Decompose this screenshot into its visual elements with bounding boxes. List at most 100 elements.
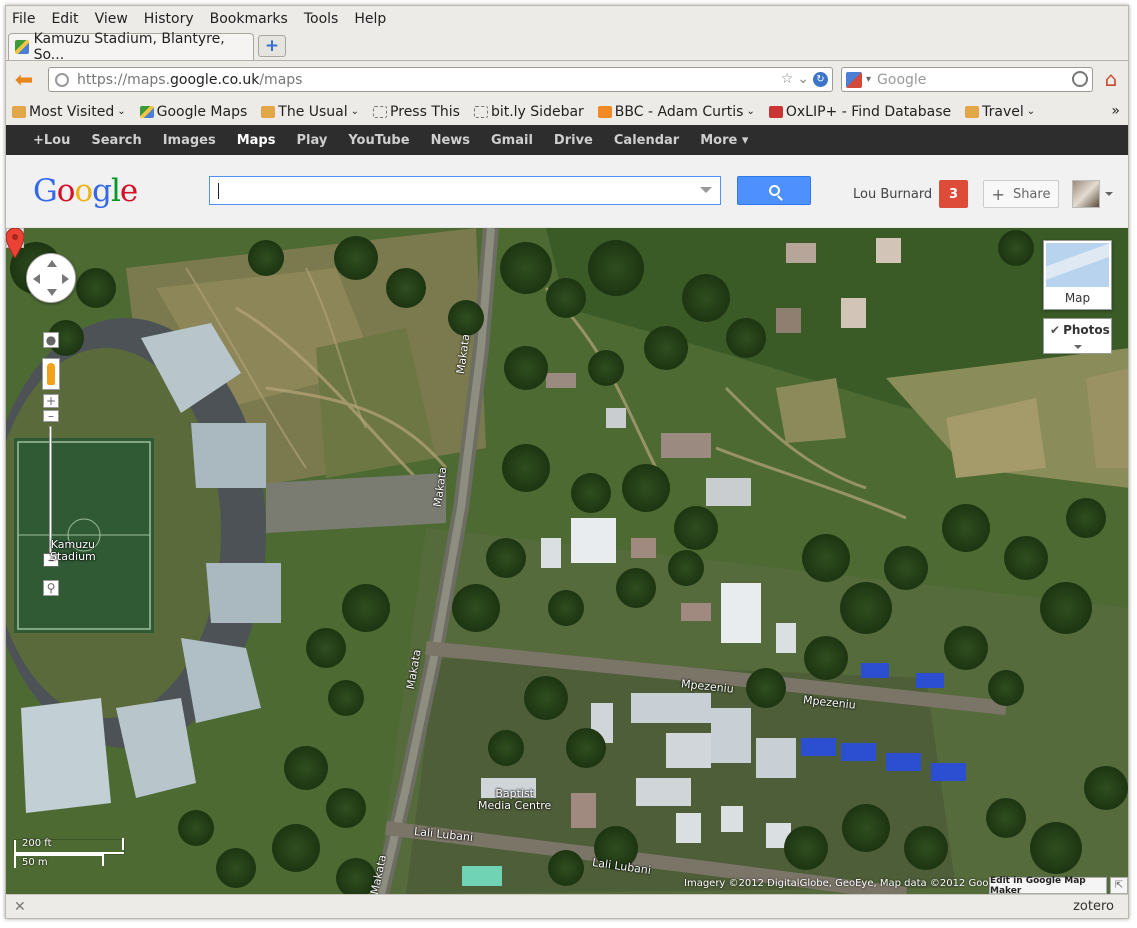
- gbar-item-search[interactable]: Search: [91, 133, 141, 148]
- bookmark-oxlip-find-database[interactable]: OxLIP+ - Find Database: [768, 104, 951, 120]
- chevron-down-icon: ⌄: [1026, 106, 1036, 117]
- new-tab-button[interactable]: +: [258, 35, 286, 57]
- photos-label: Photos: [1063, 323, 1110, 337]
- pegman-icon[interactable]: [42, 358, 60, 390]
- bookmark-star-icon[interactable]: ☆: [781, 71, 794, 87]
- bookmark-label: Most Visited: [29, 103, 115, 120]
- scale-feet: 200 ft: [22, 838, 52, 849]
- reset-view-icon[interactable]: ●: [43, 332, 59, 348]
- satellite-imagery: [6, 228, 1128, 894]
- gbar-item-drive[interactable]: Drive: [554, 133, 593, 148]
- notifications-badge[interactable]: 3: [939, 180, 968, 208]
- logo-letter: o: [74, 173, 93, 209]
- menu-file[interactable]: File: [12, 11, 35, 27]
- avatar[interactable]: [1072, 180, 1100, 208]
- bookmark-press-this[interactable]: Press This: [373, 104, 460, 120]
- user-name[interactable]: Lou Burnard: [853, 187, 932, 202]
- bookmarks-toolbar: Most Visited ⌄ Google Maps The Usual ⌄ Press …: [6, 98, 1128, 125]
- map-marker-icon[interactable]: [6, 228, 24, 258]
- menu-history[interactable]: History: [144, 11, 194, 27]
- globe-icon: [55, 72, 69, 87]
- logo-letter: l: [110, 173, 121, 209]
- zoom-slider-track[interactable]: [49, 426, 52, 556]
- map-scale: 200 ft 50 m: [14, 838, 124, 868]
- engine-dropdown-icon[interactable]: ▾: [866, 74, 871, 85]
- folder-icon: [12, 105, 26, 118]
- zoom-in-button[interactable]: +: [43, 394, 59, 408]
- menu-edit[interactable]: Edit: [51, 11, 78, 27]
- search-icon: [768, 185, 780, 196]
- gbar-item-more[interactable]: More ▾: [700, 133, 748, 148]
- back-arrow-icon[interactable]: ⬅: [12, 68, 36, 93]
- pan-control[interactable]: [26, 253, 76, 303]
- maps-search-button[interactable]: [737, 176, 811, 205]
- text-cursor: [218, 182, 219, 199]
- url-bar[interactable]: https://maps. google.co.uk/maps ☆ ⌄ ↻: [48, 67, 833, 92]
- url-domain: google.co.uk: [170, 71, 260, 88]
- photos-layer-toggle[interactable]: ✔ Photos: [1043, 318, 1112, 354]
- url-prefix: https://maps.: [77, 71, 171, 88]
- map-attribution: Imagery ©2012 DigitalGlobe, GeoEye, Map …: [684, 878, 1011, 889]
- tab-title: Kamuzu Stadium, Blantyre, So...: [33, 31, 225, 63]
- gbar-item-images[interactable]: Images: [163, 133, 216, 148]
- search-dropdown-icon[interactable]: [700, 187, 712, 193]
- google-logo[interactable]: Google: [33, 173, 138, 209]
- zoom-slider-top-icon[interactable]: –: [43, 409, 59, 423]
- scale-meters: 50 m: [22, 857, 48, 868]
- satellite-map[interactable]: ▸ ● + – – ⚲ Kamuzu Stadium Makata Makata…: [6, 228, 1128, 894]
- rss-icon: [597, 105, 612, 118]
- poi-label-baptist-media-centre[interactable]: Baptist Media Centre: [478, 788, 551, 812]
- menu-view[interactable]: View: [95, 11, 128, 27]
- history-dropdown-icon[interactable]: ⌄: [797, 71, 809, 87]
- pan-up-icon[interactable]: [47, 260, 57, 267]
- url-path: /maps: [259, 71, 303, 88]
- photos-dropdown-icon[interactable]: [1074, 345, 1082, 349]
- checkmark-icon: ✔: [1050, 323, 1061, 337]
- bookmark-bbc-adam-curtis[interactable]: BBC - Adam Curtis ⌄: [597, 104, 755, 120]
- gbar-item-calendar[interactable]: Calendar: [614, 133, 679, 148]
- browser-window: File Edit View History Bookmarks Tools H…: [5, 5, 1129, 919]
- gbar-item-play[interactable]: Play: [296, 133, 327, 148]
- bookmark-travel[interactable]: Travel ⌄: [965, 104, 1035, 120]
- search-magnifier-icon[interactable]: [1072, 71, 1088, 87]
- map-resize-icon[interactable]: ⇱: [1110, 877, 1128, 894]
- share-button[interactable]: + Share: [983, 180, 1059, 208]
- pan-down-icon[interactable]: [47, 289, 57, 296]
- google-bar: +Lou Search Images Maps Play YouTube News Gmail…: [6, 125, 1128, 155]
- search-box[interactable]: ▾ Google: [841, 67, 1093, 92]
- google-engine-icon[interactable]: [846, 71, 862, 88]
- bookmarklet-icon: [373, 105, 388, 118]
- edit-in-map-maker-link[interactable]: Edit in Google Map Maker: [989, 876, 1107, 894]
- gbar-item-news[interactable]: News: [431, 133, 470, 148]
- home-icon[interactable]: ⌂: [1100, 68, 1122, 90]
- folder-icon: [965, 105, 980, 118]
- menu-bookmarks[interactable]: Bookmarks: [210, 11, 288, 27]
- gbar-item-youtube[interactable]: YouTube: [348, 133, 409, 148]
- gbar-item-maps[interactable]: Maps: [237, 133, 276, 148]
- zotero-button[interactable]: zotero: [1073, 899, 1114, 914]
- chevron-down-icon: ⌄: [117, 106, 126, 117]
- avatar-dropdown-icon[interactable]: [1105, 192, 1113, 196]
- menu-help[interactable]: Help: [354, 11, 386, 27]
- bookmark-bit-ly-sidebar[interactable]: bit.ly Sidebar: [473, 104, 584, 120]
- site-icon: [768, 105, 783, 118]
- bookmark-google-maps[interactable]: Google Maps: [139, 104, 247, 120]
- logo-letter: g: [92, 173, 112, 209]
- menu-tools[interactable]: Tools: [304, 11, 339, 27]
- bookmark-most-visited[interactable]: Most Visited ⌄: [12, 104, 126, 120]
- map-type-label: Map: [1064, 291, 1091, 305]
- maps-search-input[interactable]: [209, 176, 721, 205]
- bookmarks-overflow-chevron-icon[interactable]: »: [1111, 103, 1120, 119]
- pan-right-icon[interactable]: [62, 274, 69, 284]
- stadium-label[interactable]: Kamuzu Stadium: [50, 539, 96, 563]
- folder-icon: [261, 105, 276, 118]
- pan-left-icon[interactable]: [33, 274, 40, 284]
- gbar-item-gmail[interactable]: Gmail: [491, 133, 533, 148]
- bookmark-the-usual[interactable]: The Usual ⌄: [261, 104, 359, 120]
- close-icon[interactable]: ✕: [14, 899, 26, 915]
- map-type-button[interactable]: Map: [1043, 240, 1112, 310]
- reload-icon[interactable]: ↻: [813, 71, 828, 87]
- zoom-area-icon[interactable]: ⚲: [43, 580, 59, 596]
- tab-kamuzu-stadium[interactable]: Kamuzu Stadium, Blantyre, So...: [8, 31, 254, 63]
- gbar-item-lou[interactable]: +Lou: [33, 133, 70, 148]
